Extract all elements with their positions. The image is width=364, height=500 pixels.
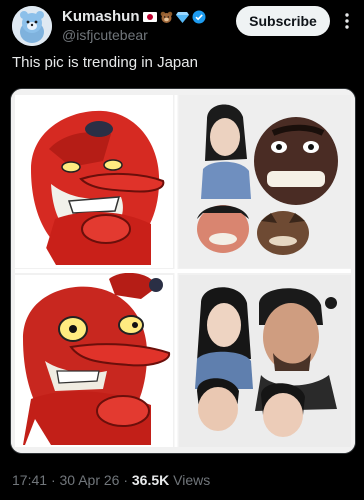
subscribe-button[interactable]: Subscribe [236, 6, 330, 36]
tweet-date[interactable]: 30 Apr 26 [60, 472, 120, 488]
blue-gem-icon [175, 11, 189, 23]
tweet-header: Kumashun @isfjcutebear Subscribe [12, 6, 352, 46]
handle[interactable]: @isfjcutebear [62, 27, 148, 43]
views-label: Views [173, 472, 211, 488]
panel-tengu-grinning [15, 95, 173, 268]
panel-adult-faces [179, 275, 351, 447]
more-options-icon[interactable] [340, 11, 354, 31]
verified-badge-icon [192, 10, 206, 23]
avatar[interactable] [12, 6, 52, 46]
tweet-meta: 17:41 · 30 Apr 26 · 36.5K Views [12, 472, 210, 488]
tweet-text: This pic is trending in Japan [12, 54, 198, 71]
display-name[interactable]: Kumashun [62, 8, 140, 25]
bear-face-icon [160, 11, 172, 23]
tweet-time[interactable]: 17:41 [12, 472, 47, 488]
name-row: Kumashun [62, 8, 206, 25]
meta-separator: · [123, 472, 132, 488]
views-count: 36.5K [131, 472, 170, 488]
japan-flag-icon [142, 11, 157, 22]
panel-young-faces [179, 95, 351, 268]
meme-image [11, 89, 355, 453]
avatar-illustration [12, 6, 52, 46]
panel-tengu-shocked [15, 272, 173, 447]
tweet-media-image[interactable] [10, 88, 356, 454]
meta-separator: · [50, 472, 60, 488]
